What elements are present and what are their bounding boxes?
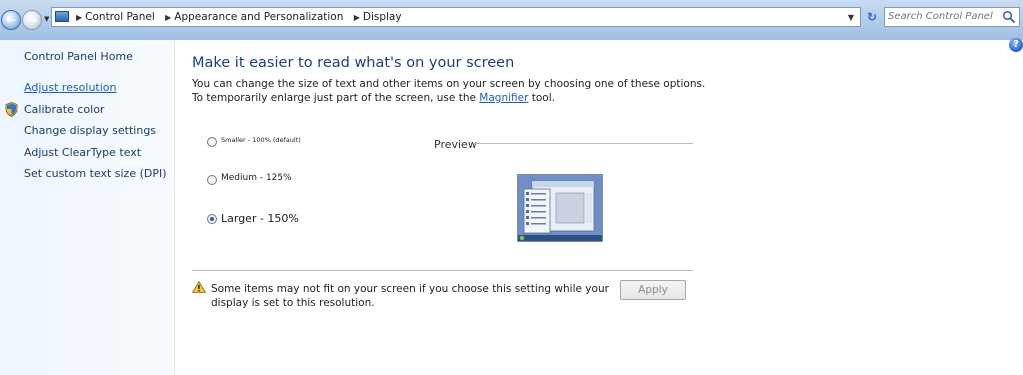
search-input[interactable] bbox=[888, 9, 998, 24]
forward-button[interactable]: → bbox=[22, 10, 42, 30]
preview-label: Preview bbox=[434, 138, 477, 151]
magnifier-link[interactable]: Magnifier bbox=[479, 92, 528, 104]
apply-button[interactable]: Apply bbox=[620, 280, 686, 300]
description-text-end: tool. bbox=[528, 92, 555, 104]
recent-pages-dropdown-icon[interactable]: ▼ bbox=[44, 15, 49, 23]
option-label-medium[interactable]: Medium - 125% bbox=[221, 173, 292, 183]
breadcrumb-item[interactable]: Appearance and Personalization bbox=[174, 11, 343, 23]
forward-arrow-icon: → bbox=[26, 13, 38, 27]
task-pane: Control Panel Home Adjust resolution Cal… bbox=[0, 40, 175, 375]
warning-icon bbox=[192, 281, 206, 293]
chevron-right-icon[interactable]: ▶ bbox=[354, 13, 360, 22]
breadcrumb-item[interactable]: Display bbox=[363, 11, 402, 23]
search-box bbox=[884, 7, 1020, 27]
radio-smaller[interactable] bbox=[207, 137, 217, 147]
back-button[interactable]: ← bbox=[1, 10, 21, 30]
page-title: Make it easier to read what's on your sc… bbox=[192, 55, 515, 71]
sidebar-item-adjust-resolution[interactable]: Adjust resolution bbox=[24, 81, 117, 94]
chevron-right-icon[interactable]: ▶ bbox=[76, 13, 82, 22]
option-label-larger[interactable]: Larger - 150% bbox=[221, 212, 299, 225]
address-box[interactable]: ▶ Control Panel ▶ Appearance and Personali… bbox=[51, 7, 861, 27]
section-divider bbox=[192, 270, 693, 271]
address-bar: ← → ▼ ▶ Control Panel ▶ Appearance and Per… bbox=[0, 0, 1023, 40]
refresh-icon[interactable]: ↻ bbox=[863, 8, 881, 26]
back-arrow-icon: ← bbox=[5, 13, 17, 27]
radio-medium[interactable] bbox=[207, 175, 217, 185]
address-dropdown-icon[interactable]: ▼ bbox=[848, 13, 854, 22]
breadcrumb-item[interactable]: Control Panel bbox=[85, 11, 155, 23]
search-icon[interactable] bbox=[1002, 10, 1016, 24]
preview-divider bbox=[474, 143, 693, 144]
description-text: You can change the size of text and othe… bbox=[192, 78, 706, 104]
chevron-right-icon[interactable]: ▶ bbox=[165, 13, 171, 22]
sidebar-item-change-display-settings[interactable]: Change display settings bbox=[24, 124, 156, 137]
help-icon[interactable]: ? bbox=[1009, 38, 1023, 52]
control-panel-icon bbox=[55, 11, 69, 22]
preview-screen-icon bbox=[518, 175, 602, 241]
option-label-smaller[interactable]: Smaller - 100% (default) bbox=[221, 136, 301, 144]
breadcrumb: ▶ Control Panel ▶ Appearance and Personali… bbox=[72, 11, 405, 23]
sidebar-item-calibrate-color[interactable]: Calibrate color bbox=[24, 103, 104, 116]
page-description: You can change the size of text and othe… bbox=[192, 77, 712, 105]
control-panel-home-link[interactable]: Control Panel Home bbox=[24, 50, 133, 63]
radio-larger[interactable] bbox=[207, 214, 217, 224]
sidebar-item-adjust-cleartype-text[interactable]: Adjust ClearType text bbox=[24, 146, 141, 159]
sidebar-item-set-custom-text-size[interactable]: Set custom text size (DPI) bbox=[24, 167, 167, 180]
preview-image bbox=[517, 174, 603, 242]
shield-icon bbox=[5, 102, 18, 117]
resolution-warning-text: Some items may not fit on your screen if… bbox=[211, 283, 609, 309]
